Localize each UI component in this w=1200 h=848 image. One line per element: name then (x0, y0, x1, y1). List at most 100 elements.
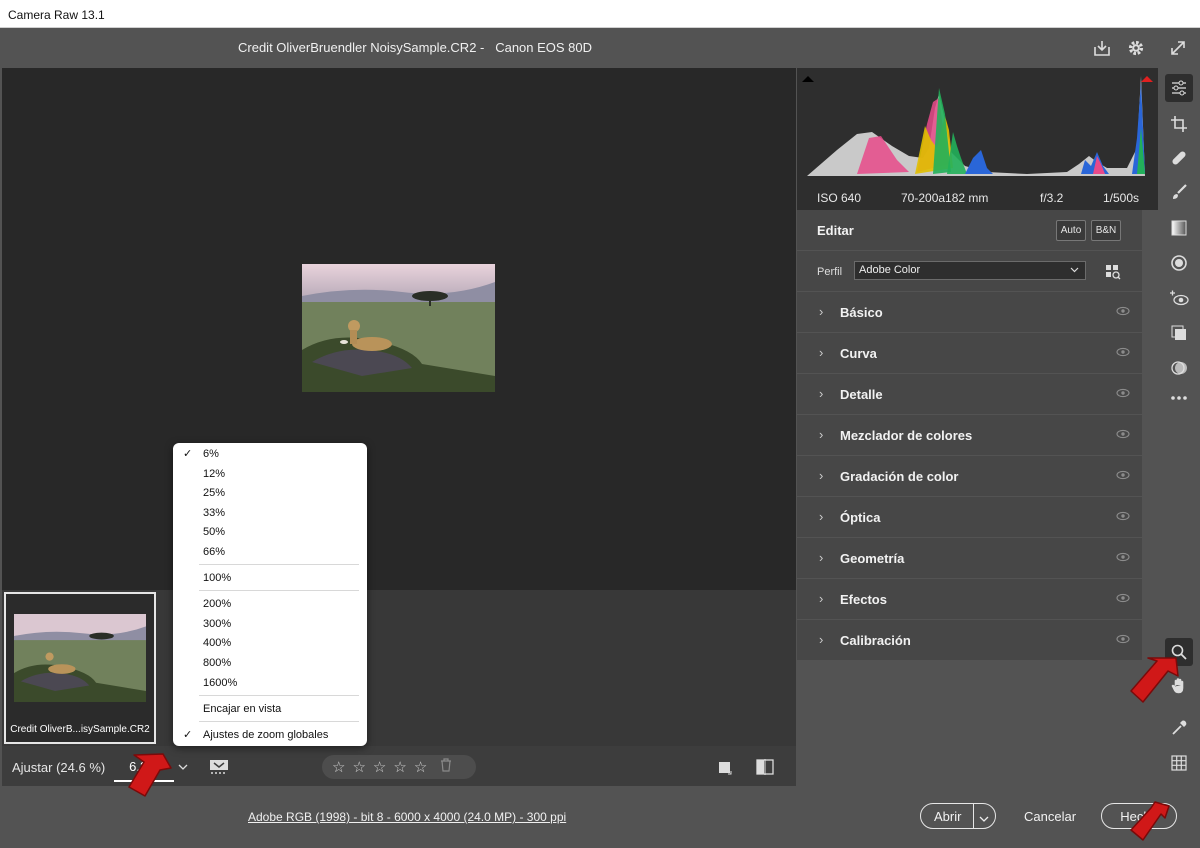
open-button[interactable]: Abrir (920, 803, 996, 829)
shutter-value: 1/500s (1103, 191, 1140, 205)
red-eye-icon[interactable] (1165, 284, 1193, 312)
eye-icon[interactable] (1116, 388, 1130, 398)
workflow-options-link[interactable]: Adobe RGB (1998) - bit 8 - 6000 x 4000 (… (248, 810, 566, 824)
star-icon[interactable]: ☆ (393, 758, 406, 776)
edit-header: Editar Auto B&N (797, 210, 1142, 250)
header-bar: Credit OliverBruendler NoisySample.CR2 -… (0, 28, 1200, 68)
menu-divider (199, 564, 359, 565)
profile-label: Perfil (817, 266, 843, 278)
chevron-right-icon: › (819, 345, 824, 360)
edit-title: Editar (817, 223, 854, 238)
gear-icon[interactable] (1124, 36, 1148, 60)
section-gradacion[interactable]: › Gradación de color (797, 456, 1142, 496)
grid-icon[interactable] (1165, 749, 1193, 777)
radial-gradient-icon[interactable] (1165, 249, 1193, 277)
brush-icon[interactable] (1165, 178, 1193, 206)
chevron-right-icon: › (819, 427, 824, 442)
edit-panel: Editar Auto B&N Perfil Adobe Color › Bás… (797, 210, 1158, 786)
view-mode-icon[interactable] (714, 756, 736, 778)
profile-select[interactable]: Adobe Color (854, 261, 1086, 280)
fit-zoom-label[interactable]: Ajustar (24.6 %) (12, 760, 105, 775)
section-geometria[interactable]: › Geometría (797, 538, 1142, 578)
menu-divider (199, 590, 359, 591)
zoom-option-global[interactable]: ✓ Ajustes de zoom globales (173, 726, 367, 745)
zoom-option-300[interactable]: 300% (173, 615, 367, 634)
section-detalle[interactable]: › Detalle (797, 374, 1142, 414)
eye-icon[interactable] (1116, 552, 1130, 562)
zoom-menu: ✓ 6% 12% 25% 33% 50% 66% 100% 200% 300% 4… (173, 443, 367, 746)
crop-icon[interactable] (1165, 110, 1193, 138)
filmstrip-options-icon[interactable] (208, 756, 230, 778)
window-titlebar: Camera Raw 13.1 (0, 0, 1200, 28)
histogram (797, 68, 1158, 186)
filmstrip-thumbnail[interactable]: Credit OliverB...isySample.CR2 (4, 592, 156, 744)
more-icon[interactable] (1165, 384, 1193, 412)
photo-preview[interactable] (302, 264, 495, 392)
auto-button[interactable]: Auto (1056, 220, 1086, 241)
zoom-option-200[interactable]: 200% (173, 595, 367, 614)
chevron-right-icon: › (819, 632, 824, 647)
cancel-button[interactable]: Cancelar (1024, 809, 1076, 824)
eyedropper-icon[interactable] (1165, 714, 1193, 742)
trash-icon[interactable] (440, 758, 452, 776)
check-icon: ✓ (183, 448, 193, 460)
eye-icon[interactable] (1116, 593, 1130, 603)
section-curva[interactable]: › Curva (797, 333, 1142, 373)
zoom-option-50[interactable]: 50% (173, 523, 367, 542)
chevron-right-icon: › (819, 591, 824, 606)
zoom-option-800[interactable]: 800% (173, 654, 367, 673)
chevron-right-icon: › (819, 468, 824, 483)
star-icon[interactable]: ☆ (373, 758, 386, 776)
bw-button[interactable]: B&N (1091, 220, 1121, 241)
zoom-option-100[interactable]: 100% (173, 569, 367, 588)
zoom-option-66[interactable]: 66% (173, 543, 367, 562)
eye-icon[interactable] (1116, 429, 1130, 439)
eye-icon[interactable] (1116, 511, 1130, 521)
star-rating[interactable]: ☆ ☆ ☆ ☆ ☆ (322, 755, 476, 779)
menu-divider (199, 721, 359, 722)
eye-icon[interactable] (1116, 347, 1130, 357)
presets-icon[interactable] (1165, 354, 1193, 382)
fullscreen-icon[interactable] (1166, 36, 1190, 60)
profile-browser-icon[interactable] (1105, 264, 1121, 280)
eye-icon[interactable] (1116, 470, 1130, 480)
section-optica[interactable]: › Óptica (797, 497, 1142, 537)
window-title: Camera Raw 13.1 (8, 8, 105, 22)
star-icon[interactable]: ☆ (352, 758, 365, 776)
zoom-option-12[interactable]: 12% (173, 465, 367, 484)
zoom-option-fit[interactable]: Encajar en vista (173, 700, 367, 719)
annotation-arrow-icon (128, 753, 172, 797)
iso-value: ISO 640 (817, 191, 862, 205)
section-basico[interactable]: › Básico (797, 292, 1142, 332)
linear-gradient-icon[interactable] (1165, 214, 1193, 242)
zoom-option-1600[interactable]: 1600% (173, 674, 367, 693)
aperture-value: f/3.2 (1040, 191, 1064, 205)
file-title: Credit OliverBruendler NoisySample.CR2 -… (238, 40, 593, 55)
section-calibracion[interactable]: › Calibración (797, 620, 1142, 660)
zoom-option-400[interactable]: 400% (173, 634, 367, 653)
zoom-option-6[interactable]: ✓ 6% (173, 445, 367, 464)
section-mezclador[interactable]: › Mezclador de colores (797, 415, 1142, 455)
zoom-option-33[interactable]: 33% (173, 504, 367, 523)
edit-sliders-icon[interactable] (1165, 74, 1193, 102)
section-efectos[interactable]: › Efectos (797, 579, 1142, 619)
image-canvas[interactable] (2, 68, 796, 590)
chevron-right-icon: › (819, 386, 824, 401)
open-options-chevron-icon[interactable] (979, 811, 989, 826)
lens-value: 70-200a182 mm (901, 191, 989, 205)
snapshots-icon[interactable] (1165, 319, 1193, 347)
star-icon[interactable]: ☆ (414, 758, 427, 776)
chevron-right-icon: › (819, 304, 824, 319)
star-icon[interactable]: ☆ (332, 758, 345, 776)
healing-icon[interactable] (1165, 144, 1193, 172)
chevron-right-icon: › (819, 550, 824, 565)
zoom-option-25[interactable]: 25% (173, 484, 367, 503)
before-after-icon[interactable] (754, 756, 776, 778)
save-icon[interactable] (1090, 36, 1114, 60)
eye-icon[interactable] (1116, 634, 1130, 644)
zoom-dropdown-chevron-icon[interactable] (174, 756, 192, 778)
menu-divider (199, 695, 359, 696)
split-divider (973, 804, 974, 828)
thumbnail-caption: Credit OliverB...isySample.CR2 (10, 724, 150, 735)
eye-icon[interactable] (1116, 306, 1130, 316)
